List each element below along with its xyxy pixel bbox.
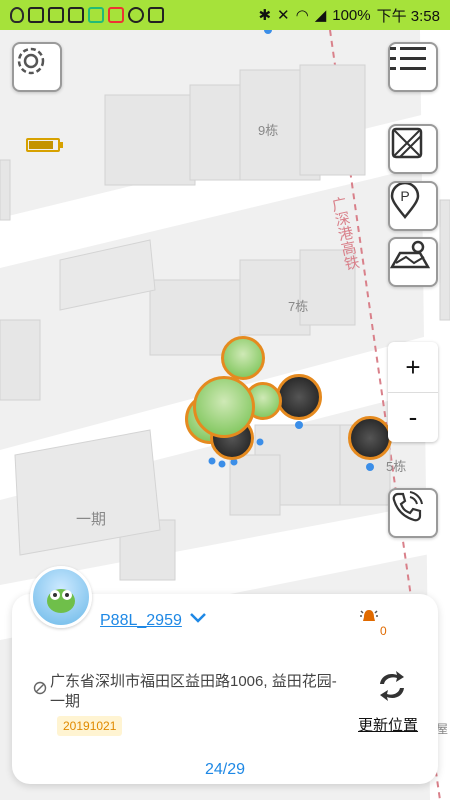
gear-icon [17,47,45,75]
battery-tip [60,142,63,148]
parking-pin-icon: P [390,183,420,219]
tracker-battery-fill [29,141,53,149]
app-icon [108,7,124,23]
signal-icon: ◢ [314,7,327,24]
chevron-down-icon[interactable] [189,608,207,628]
device-marker[interactable] [348,416,392,460]
refresh-icon[interactable] [374,668,410,704]
device-name[interactable]: P88L_2959 [100,612,182,630]
status-bar: ✱ ✕ ◠ ◢ 100% 下午 3:58 [0,0,450,30]
parking-button[interactable]: P [388,181,438,231]
check-icon [128,7,144,23]
alarm-count: 0 [380,624,387,638]
app-icon [48,7,64,23]
menu-list-icon [390,47,426,70]
phone-icon [392,491,423,522]
avatar-icon [47,589,75,613]
location-off-icon [33,681,47,695]
map-label-building-9: 9栋 [258,123,279,138]
device-marker-selected[interactable] [193,376,255,438]
tracker-battery [26,138,63,152]
satellite-button[interactable] [388,237,438,287]
device-marker[interactable] [221,336,265,380]
map-layer-icon [391,127,423,159]
device-avatar [30,566,92,628]
settings-button[interactable] [12,42,62,92]
svg-text:P: P [400,188,409,204]
device-pager: 24/29 [204,761,246,778]
zoom-out-button[interactable]: - [388,392,438,442]
qq-icon [10,7,24,23]
call-button[interactable] [388,488,438,538]
satellite-map-icon [390,240,430,269]
battery-level: 100% [332,6,371,24]
app-icon [68,7,84,23]
app-icon [148,7,164,23]
device-marker[interactable] [276,374,322,420]
zoom-controls: + - [388,342,438,442]
clock: 下午 3:58 [376,7,440,25]
date-badge: 20191021 [57,716,123,736]
alarm-bell-icon[interactable] [359,607,379,627]
map-label-building-7: 7栋 [288,299,309,314]
notification-icons [10,7,164,23]
bluetooth-icon: ✱ [258,7,272,24]
list-button[interactable] [388,42,438,92]
zoom-in-button[interactable]: + [388,342,438,392]
refresh-location-button[interactable]: 更新位置 [358,714,418,735]
device-address: 广东省深圳市福田区益田路1006, 益田花园-一期 [50,673,337,710]
app-icon [28,7,44,23]
wifi-icon: ◠ [295,7,309,24]
map-layer-button[interactable] [388,124,438,174]
mute-icon: ✕ [277,7,290,24]
map-label-building-5: 5栋 [386,459,407,474]
app-icon [88,7,104,23]
map-label-area: 一期 [76,511,107,528]
